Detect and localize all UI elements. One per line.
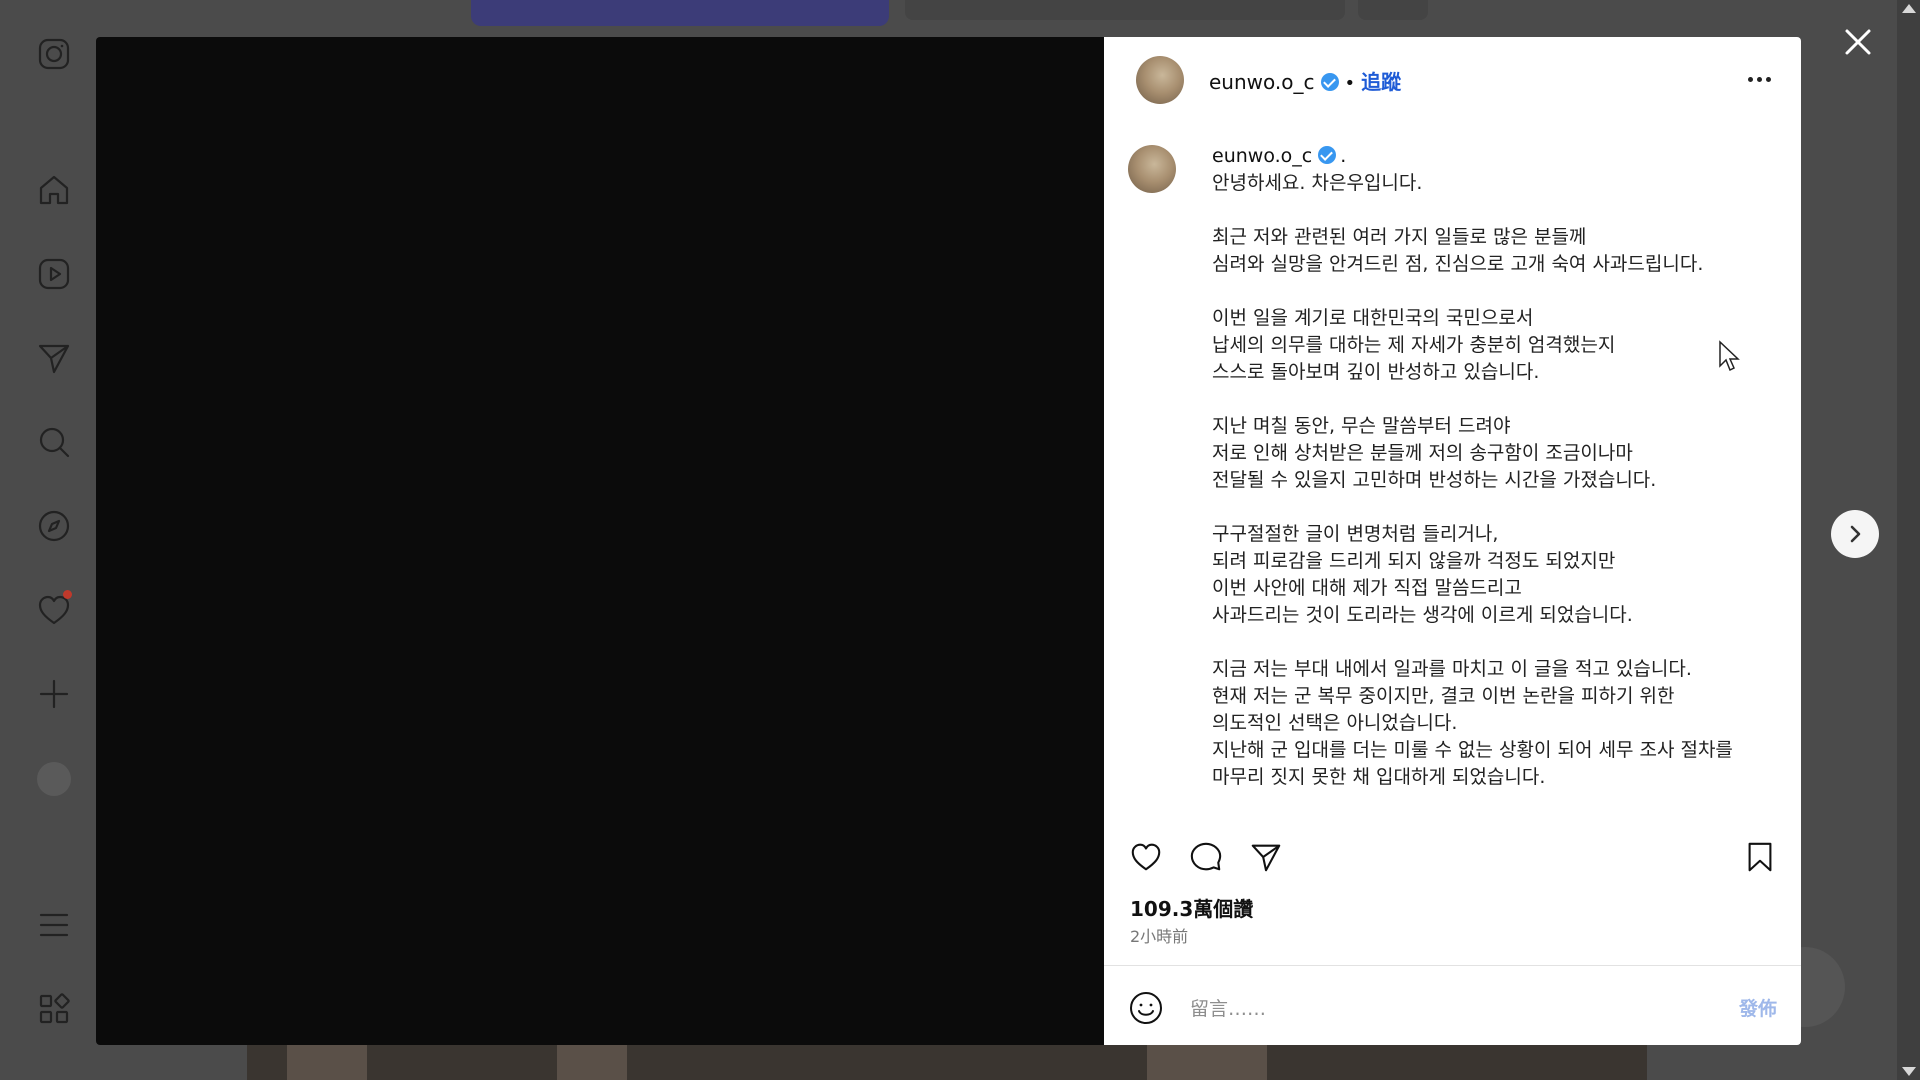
background-tab: [1358, 0, 1428, 20]
author-line: eunwo.o_c • 追蹤: [1209, 66, 1401, 95]
background-tab: [905, 0, 1345, 20]
author-username[interactable]: eunwo.o_c: [1209, 70, 1315, 94]
menu-icon[interactable]: [34, 905, 74, 945]
caption-username[interactable]: eunwo.o_c: [1212, 145, 1312, 167]
comment-bar: 發佈: [1104, 965, 1801, 1046]
scroll-up-arrow[interactable]: [1902, 4, 1916, 13]
caption-dot: .: [1340, 145, 1347, 167]
author-avatar[interactable]: [1136, 56, 1184, 104]
post-comment-button[interactable]: 發佈: [1739, 994, 1777, 1021]
follow-button[interactable]: 追蹤: [1361, 70, 1401, 94]
bookmark-icon[interactable]: [1740, 837, 1780, 877]
caption-text: 안녕하세요. 차은우입니다. 최근 저와 관련된 여러 가지 일들로 많은 분들…: [1212, 172, 1733, 788]
verified-badge-icon: [1318, 146, 1337, 164]
caption-area[interactable]: eunwo.o_c. 안녕하세요. 차은우입니다. 최근 저와 관련된 여러 가…: [1104, 125, 1801, 845]
close-icon[interactable]: [1838, 22, 1878, 62]
caption-author-avatar[interactable]: [1128, 145, 1176, 193]
direct-icon[interactable]: [34, 338, 74, 378]
explore-icon[interactable]: [34, 506, 74, 546]
share-icon[interactable]: [1246, 837, 1286, 877]
post-detail-panel: eunwo.o_c • 追蹤 eunwo.o_c. 안녕하세요. 차은우입니다. 최…: [1104, 37, 1801, 1045]
post-actions: [1104, 827, 1801, 887]
notification-dot: [63, 590, 72, 599]
post-modal: eunwo.o_c • 追蹤 eunwo.o_c. 안녕하세요. 차은우입니다. 최…: [96, 37, 1801, 1045]
post-media[interactable]: [96, 37, 1104, 1045]
more-apps-icon[interactable]: [34, 989, 74, 1029]
reels-icon[interactable]: [34, 254, 74, 294]
background-thumbnails: [247, 1045, 1647, 1080]
comment-input[interactable]: [1188, 992, 1712, 1026]
post-time[interactable]: 2小時前: [1130, 923, 1188, 947]
create-icon[interactable]: [34, 674, 74, 714]
chevron-right-icon: [1850, 525, 1861, 543]
background-tab: [471, 0, 889, 26]
separator: •: [1344, 73, 1356, 94]
instagram-icon[interactable]: [34, 34, 74, 74]
home-icon[interactable]: [34, 170, 74, 210]
emoji-icon[interactable]: [1128, 990, 1164, 1026]
scroll-down-arrow[interactable]: [1902, 1067, 1916, 1076]
notifications-heart-icon[interactable]: [34, 590, 74, 630]
verified-badge-icon: [1320, 73, 1339, 91]
profile-avatar[interactable]: [37, 762, 71, 796]
more-options-icon[interactable]: [1748, 77, 1771, 82]
next-post-button[interactable]: [1831, 510, 1879, 558]
like-count[interactable]: 109.3萬個讚: [1130, 893, 1253, 922]
heart-icon[interactable]: [1126, 837, 1166, 877]
page-scrollbar[interactable]: [1897, 0, 1920, 1080]
sidebar: [0, 0, 108, 1080]
comment-icon[interactable]: [1186, 837, 1226, 877]
post-header: eunwo.o_c • 追蹤: [1104, 37, 1801, 125]
search-icon[interactable]: [34, 422, 74, 462]
caption-author-line: eunwo.o_c.: [1212, 145, 1346, 167]
